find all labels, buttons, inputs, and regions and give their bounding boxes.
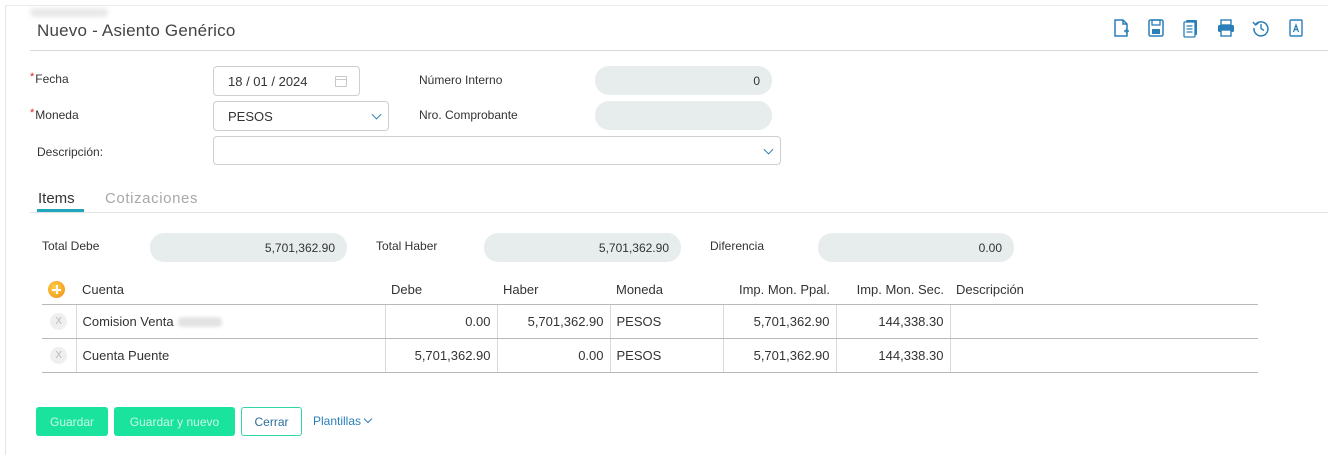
guardar-y-nuevo-button[interactable]: Guardar y nuevo [114, 407, 235, 436]
haber-cell[interactable]: 5,701,362.90 [497, 304, 611, 339]
required-mark: * [30, 71, 35, 83]
table-header-row: Cuenta Debe Haber Moneda Imp. Mon. Ppal.… [42, 276, 1258, 305]
cerrar-button[interactable]: Cerrar [241, 407, 302, 436]
nro-comprobante-field [595, 101, 772, 130]
required-mark: * [30, 107, 35, 119]
delete-row-icon[interactable]: X [50, 347, 68, 364]
chevron-down-icon [371, 109, 382, 120]
save-icon[interactable] [1145, 17, 1167, 39]
descripcion-select[interactable] [213, 136, 781, 165]
imp-sec-cell: 144,338.30 [836, 338, 951, 373]
guardar-button[interactable]: Guardar [36, 407, 108, 436]
cuenta-value: Comision Venta [82, 313, 174, 329]
col-imp-sec: Imp. Mon. Sec. [836, 276, 950, 305]
fecha-value: 18 / 01 / 2024 [228, 73, 308, 89]
descripcion-label: Descripción: [37, 145, 104, 159]
total-haber-label: Total Haber [376, 239, 438, 253]
table-row: X Comision Venta 0.00 5,701,362.90 PESOS… [42, 304, 1258, 339]
descripcion-cell[interactable] [950, 304, 1258, 339]
print-icon[interactable] [1215, 17, 1237, 39]
diferencia-field: 0.00 [818, 233, 1014, 262]
table-row: X Cuenta Puente 5,701,362.90 0.00 PESOS … [42, 338, 1258, 373]
items-table: Cuenta Debe Haber Moneda Imp. Mon. Ppal.… [42, 276, 1258, 373]
plantillas-label: Plantillas [313, 414, 362, 428]
haber-cell[interactable]: 0.00 [497, 338, 611, 373]
moneda-label-text: Moneda [35, 108, 79, 122]
total-haber-field: 5,701,362.90 [484, 233, 681, 262]
moneda-label: *Moneda [30, 107, 79, 122]
col-imp-ppal: Imp. Mon. Ppal. [723, 276, 836, 305]
add-row-cell [42, 276, 76, 305]
new-document-icon[interactable] [1110, 17, 1132, 39]
debe-cell[interactable]: 0.00 [385, 304, 498, 339]
pdf-icon[interactable] [1285, 17, 1307, 39]
page-title: Nuevo - Asiento Genérico [37, 21, 236, 40]
col-haber: Haber [497, 276, 610, 305]
cuenta-cell[interactable]: Cuenta Puente [76, 338, 386, 373]
chevron-down-icon [763, 144, 774, 155]
total-debe-field: 5,701,362.90 [150, 233, 347, 262]
active-tab-indicator [37, 209, 84, 212]
chevron-down-icon [363, 414, 373, 424]
imp-ppal-cell: 5,701,362.90 [723, 304, 837, 339]
header-divider [30, 50, 1328, 51]
calendar-icon[interactable] [335, 76, 347, 87]
total-debe-label: Total Debe [42, 239, 100, 253]
moneda-cell[interactable]: PESOS [610, 338, 724, 373]
moneda-value: PESOS [228, 108, 273, 124]
cuenta-cell[interactable]: Comision Venta [76, 304, 386, 339]
descripcion-cell[interactable] [950, 338, 1258, 373]
col-cuenta: Cuenta [76, 276, 385, 305]
debe-cell[interactable]: 5,701,362.90 [385, 338, 498, 373]
tab-items[interactable]: Items [38, 190, 75, 207]
tab-cotizaciones[interactable]: Cotizaciones [105, 190, 198, 207]
moneda-cell[interactable]: PESOS [610, 304, 724, 339]
col-debe: Debe [385, 276, 497, 305]
imp-ppal-cell: 5,701,362.90 [723, 338, 837, 373]
toolbar [1110, 17, 1307, 39]
add-row-icon[interactable] [48, 281, 65, 299]
plantillas-link[interactable]: Plantillas [313, 414, 373, 428]
numero-interno-label: Número Interno [419, 73, 503, 87]
col-moneda: Moneda [610, 276, 723, 305]
nro-comprobante-label: Nro. Comprobante [419, 108, 518, 122]
fecha-input[interactable]: 18 / 01 / 2024 [213, 66, 360, 96]
redacted-text [177, 317, 222, 328]
tabs-divider [30, 212, 1328, 213]
history-icon[interactable] [1250, 17, 1272, 39]
delete-cell: X [42, 304, 77, 339]
col-descripcion: Descripción [950, 276, 1258, 305]
imp-sec-cell: 144,338.30 [836, 304, 951, 339]
diferencia-label: Diferencia [710, 239, 765, 253]
numero-interno-field: 0 [595, 66, 772, 95]
delete-row-icon[interactable]: X [50, 313, 68, 330]
breadcrumb [30, 8, 108, 17]
delete-cell: X [42, 338, 77, 373]
moneda-select[interactable]: PESOS [213, 101, 389, 131]
copy-icon[interactable] [1180, 17, 1202, 39]
fecha-label-text: Fecha [35, 72, 69, 86]
fecha-label: *Fecha [30, 71, 69, 86]
